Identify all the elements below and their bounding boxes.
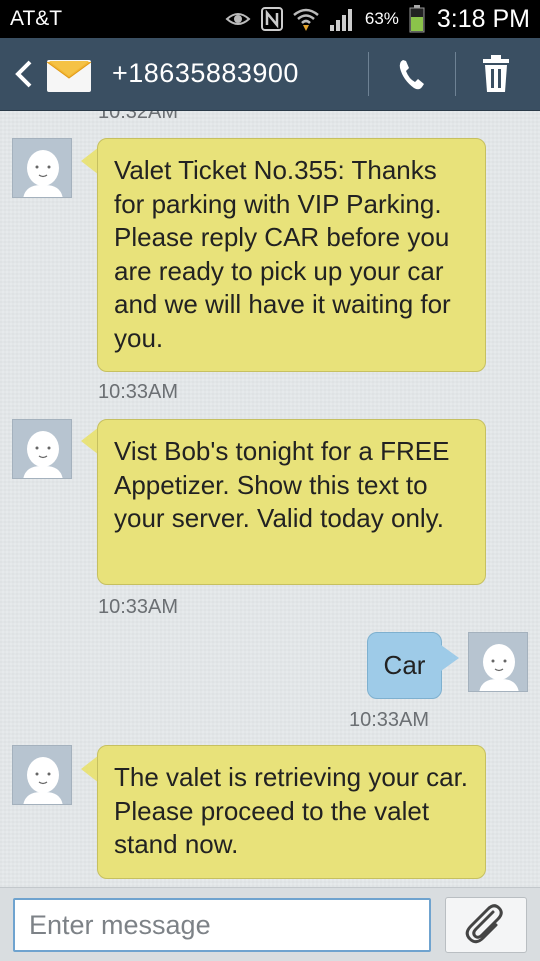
contact-avatar[interactable] — [12, 745, 72, 805]
status-bar: AT&T 63% 3:18 PM — [0, 0, 540, 38]
divider — [455, 52, 456, 96]
avatar-icon — [479, 644, 519, 691]
compose-bar — [0, 887, 540, 961]
battery-percent: 63% — [364, 9, 399, 28]
message-timestamp: 10:33AM — [98, 596, 179, 618]
contact-title: +18635883900 — [112, 58, 299, 88]
wifi-icon — [293, 7, 319, 31]
nfc-icon — [260, 7, 283, 31]
conversation-thread[interactable]: 10:32AM Valet Ticket No.355: Thanks for … — [0, 111, 540, 887]
paperclip-icon — [465, 904, 503, 944]
message-text: Valet Ticket No.355: Thanks for parking … — [114, 155, 451, 353]
my-avatar[interactable] — [468, 632, 528, 692]
contact-avatar[interactable] — [12, 419, 72, 479]
avatar-icon — [23, 757, 63, 804]
message-timestamp: 10:33AM — [98, 381, 179, 403]
message-text: Vist Bob's tonight for a FREE Appetizer.… — [114, 436, 450, 533]
eye-icon — [225, 9, 251, 29]
message-bubble-incoming[interactable]: Vist Bob's tonight for a FREE Appetizer.… — [97, 419, 486, 585]
avatar-icon — [23, 431, 63, 478]
attach-button[interactable] — [445, 897, 527, 953]
carrier-label: AT&T — [10, 7, 63, 30]
message-timestamp: 10:33AM — [349, 709, 430, 731]
battery-icon — [409, 5, 425, 33]
call-button[interactable] — [386, 52, 438, 98]
action-bar: +18635883900 — [0, 38, 540, 111]
clock: 3:18 PM — [436, 4, 530, 33]
signal-icon — [329, 7, 355, 31]
trash-icon — [483, 55, 509, 92]
message-text: The valet is retrieving your car. Please… — [114, 762, 469, 859]
message-bubble-incoming[interactable]: The valet is retrieving your car. Please… — [97, 745, 486, 879]
phone-icon — [399, 60, 424, 90]
message-text: Car — [383, 650, 426, 680]
message-input[interactable] — [13, 898, 431, 952]
contact-avatar[interactable] — [12, 138, 72, 198]
message-timestamp: 10:32AM — [98, 111, 179, 123]
divider — [368, 52, 369, 96]
delete-button[interactable] — [470, 52, 522, 98]
back-icon — [15, 60, 32, 88]
back-button[interactable] — [8, 54, 42, 94]
envelope-icon — [46, 54, 92, 94]
status-icons: 63% 3:18 PM — [225, 4, 530, 34]
message-bubble-incoming[interactable]: Valet Ticket No.355: Thanks for parking … — [97, 138, 486, 372]
message-bubble-outgoing[interactable]: Car — [367, 632, 442, 699]
avatar-icon — [23, 150, 63, 197]
